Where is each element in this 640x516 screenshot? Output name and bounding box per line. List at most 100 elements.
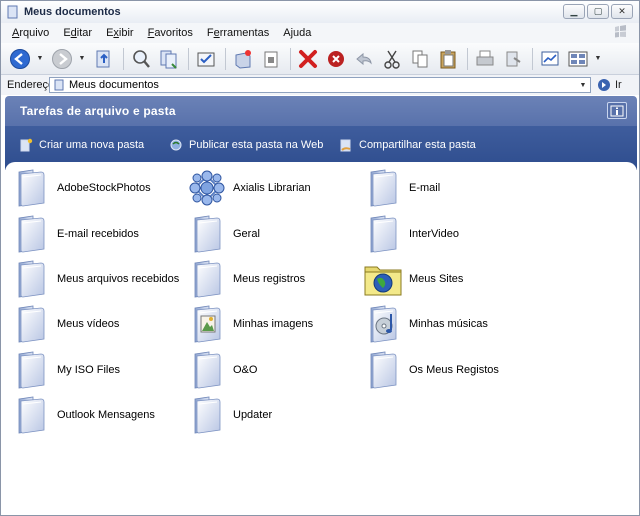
folder-item[interactable]: Updater [187, 395, 272, 435]
publish-web-icon [170, 139, 182, 151]
globe-folder-icon [363, 259, 403, 299]
delete-button[interactable] [295, 46, 321, 72]
up-folder-button[interactable] [91, 46, 117, 72]
close-icon: ✕ [618, 6, 626, 16]
properties-button[interactable] [258, 46, 284, 72]
go-arrow-icon [598, 79, 610, 91]
print-button[interactable] [472, 46, 498, 72]
copy-button[interactable] [407, 46, 433, 72]
maximize-button[interactable]: ▢ [587, 4, 609, 19]
folder-item[interactable]: Axialis Librarian [187, 168, 311, 208]
folder-item[interactable]: Meus arquivos recebidos [11, 259, 179, 299]
minimize-button[interactable]: ▁ [563, 4, 585, 19]
folder-label: Meus registros [233, 273, 306, 285]
folder-icon [363, 350, 403, 390]
forward-icon [52, 48, 72, 69]
back-button[interactable] [7, 46, 33, 72]
toolbar-separator [290, 47, 291, 70]
folder-item[interactable]: Minhas imagens [187, 304, 313, 344]
folder-icon [363, 168, 403, 208]
minimize-icon: ▁ [570, 6, 578, 16]
menu-ferramentas[interactable]: Ferramentas [200, 27, 276, 39]
chevron-down-icon: ▼ [78, 55, 86, 62]
folder-label: E-mail [409, 182, 441, 194]
task-pane-title: Tarefas de arquivo e pasta [20, 104, 176, 118]
map-drive-icon [541, 51, 559, 65]
info-icon [610, 105, 624, 116]
toolbar-separator [188, 47, 189, 70]
new-folder-button[interactable] [230, 46, 256, 72]
task-link-publish-web[interactable]: Publicar esta pasta na Web [169, 138, 323, 152]
folder-item[interactable]: O&O [187, 350, 257, 390]
undo-button[interactable] [351, 46, 377, 72]
task-link-label: Criar uma nova pasta [39, 139, 145, 151]
maximize-icon: ▢ [593, 6, 603, 16]
folder-icon [187, 395, 227, 435]
window-title: Meus documentos [24, 6, 121, 18]
folder-item[interactable]: E-mail [363, 168, 440, 208]
folder-icon [187, 259, 227, 299]
task-link-new-folder[interactable]: Criar uma nova pasta [19, 138, 144, 152]
up-folder-icon [96, 50, 110, 67]
address-input[interactable]: Meus documentos ▼ [49, 77, 591, 93]
folder-item[interactable]: Meus Sites [363, 259, 463, 299]
pictures-folder-icon [187, 304, 227, 344]
folder-label: O&O [233, 364, 258, 376]
refresh-button[interactable] [500, 46, 526, 72]
share-folder-icon [340, 139, 351, 152]
menu-exibir[interactable]: Exibir [99, 27, 141, 39]
stop-button[interactable] [323, 46, 349, 72]
task-pane-toggle[interactable] [607, 102, 627, 119]
title-bar[interactable]: Meus documentos ▁ ▢ ✕ [1, 1, 639, 23]
folder-item[interactable]: InterVideo [363, 214, 459, 254]
folder-icon [363, 214, 403, 254]
folder-label: AdobeStockPhotos [57, 182, 151, 194]
task-link-share-folder[interactable]: Compartilhar esta pasta [339, 138, 476, 152]
sync-icon [197, 52, 215, 66]
toolbar-separator [467, 47, 468, 70]
search-button[interactable] [128, 46, 154, 72]
folders-icon [160, 50, 177, 69]
folder-item[interactable]: E-mail recebidos [11, 214, 139, 254]
close-button[interactable]: ✕ [611, 4, 633, 19]
menu-editar[interactable]: Editar [56, 27, 99, 39]
folder-item[interactable]: My ISO Files [11, 350, 120, 390]
folder-item[interactable]: Meus vídeos [11, 304, 119, 344]
task-pane: Tarefas de arquivo e pasta Criar uma nov… [5, 96, 637, 170]
folder-item[interactable]: Meus registros [187, 259, 305, 299]
forward-button[interactable] [49, 46, 75, 72]
folder-label: Updater [233, 409, 273, 421]
menu-arquivo[interactable]: Arquivo [5, 27, 56, 39]
folder-icon [11, 395, 51, 435]
folder-item[interactable]: Outlook Mensagens [11, 395, 155, 435]
map-drive-button[interactable] [537, 46, 563, 72]
toolbar: ▼ ▼ ▼ [1, 43, 639, 75]
folder-item[interactable]: AdobeStockPhotos [11, 168, 151, 208]
folders-button[interactable] [156, 46, 182, 72]
views-dropdown[interactable]: ▼ [593, 46, 603, 72]
print-icon [476, 50, 494, 65]
folder-label: Meus Sites [409, 273, 464, 285]
back-dropdown[interactable]: ▼ [35, 46, 45, 72]
folder-label: E-mail recebidos [57, 228, 139, 240]
menu-ajuda[interactable]: Ajuda [276, 27, 318, 39]
menu-favoritos[interactable]: Favoritos [141, 27, 200, 39]
address-dropdown[interactable]: ▼ [576, 78, 590, 92]
back-icon [10, 48, 30, 69]
cut-button[interactable] [379, 46, 405, 72]
views-button[interactable] [565, 46, 591, 72]
paste-button[interactable] [435, 46, 461, 72]
folder-label: Meus vídeos [57, 318, 120, 330]
folder-label: InterVideo [409, 228, 459, 240]
folder-item[interactable]: Geral [187, 214, 260, 254]
folder-item[interactable]: Minhas músicas [363, 304, 488, 344]
folder-label: Minhas músicas [409, 318, 488, 330]
folder-icon [54, 79, 64, 91]
go-button[interactable]: Ir [597, 78, 622, 92]
sync-button[interactable] [193, 46, 219, 72]
folder-item[interactable]: Os Meus Registos [363, 350, 499, 390]
molecule-icon [187, 168, 227, 208]
forward-dropdown[interactable]: ▼ [77, 46, 87, 72]
new-folder-icon [235, 49, 251, 69]
views-icon [568, 51, 588, 66]
